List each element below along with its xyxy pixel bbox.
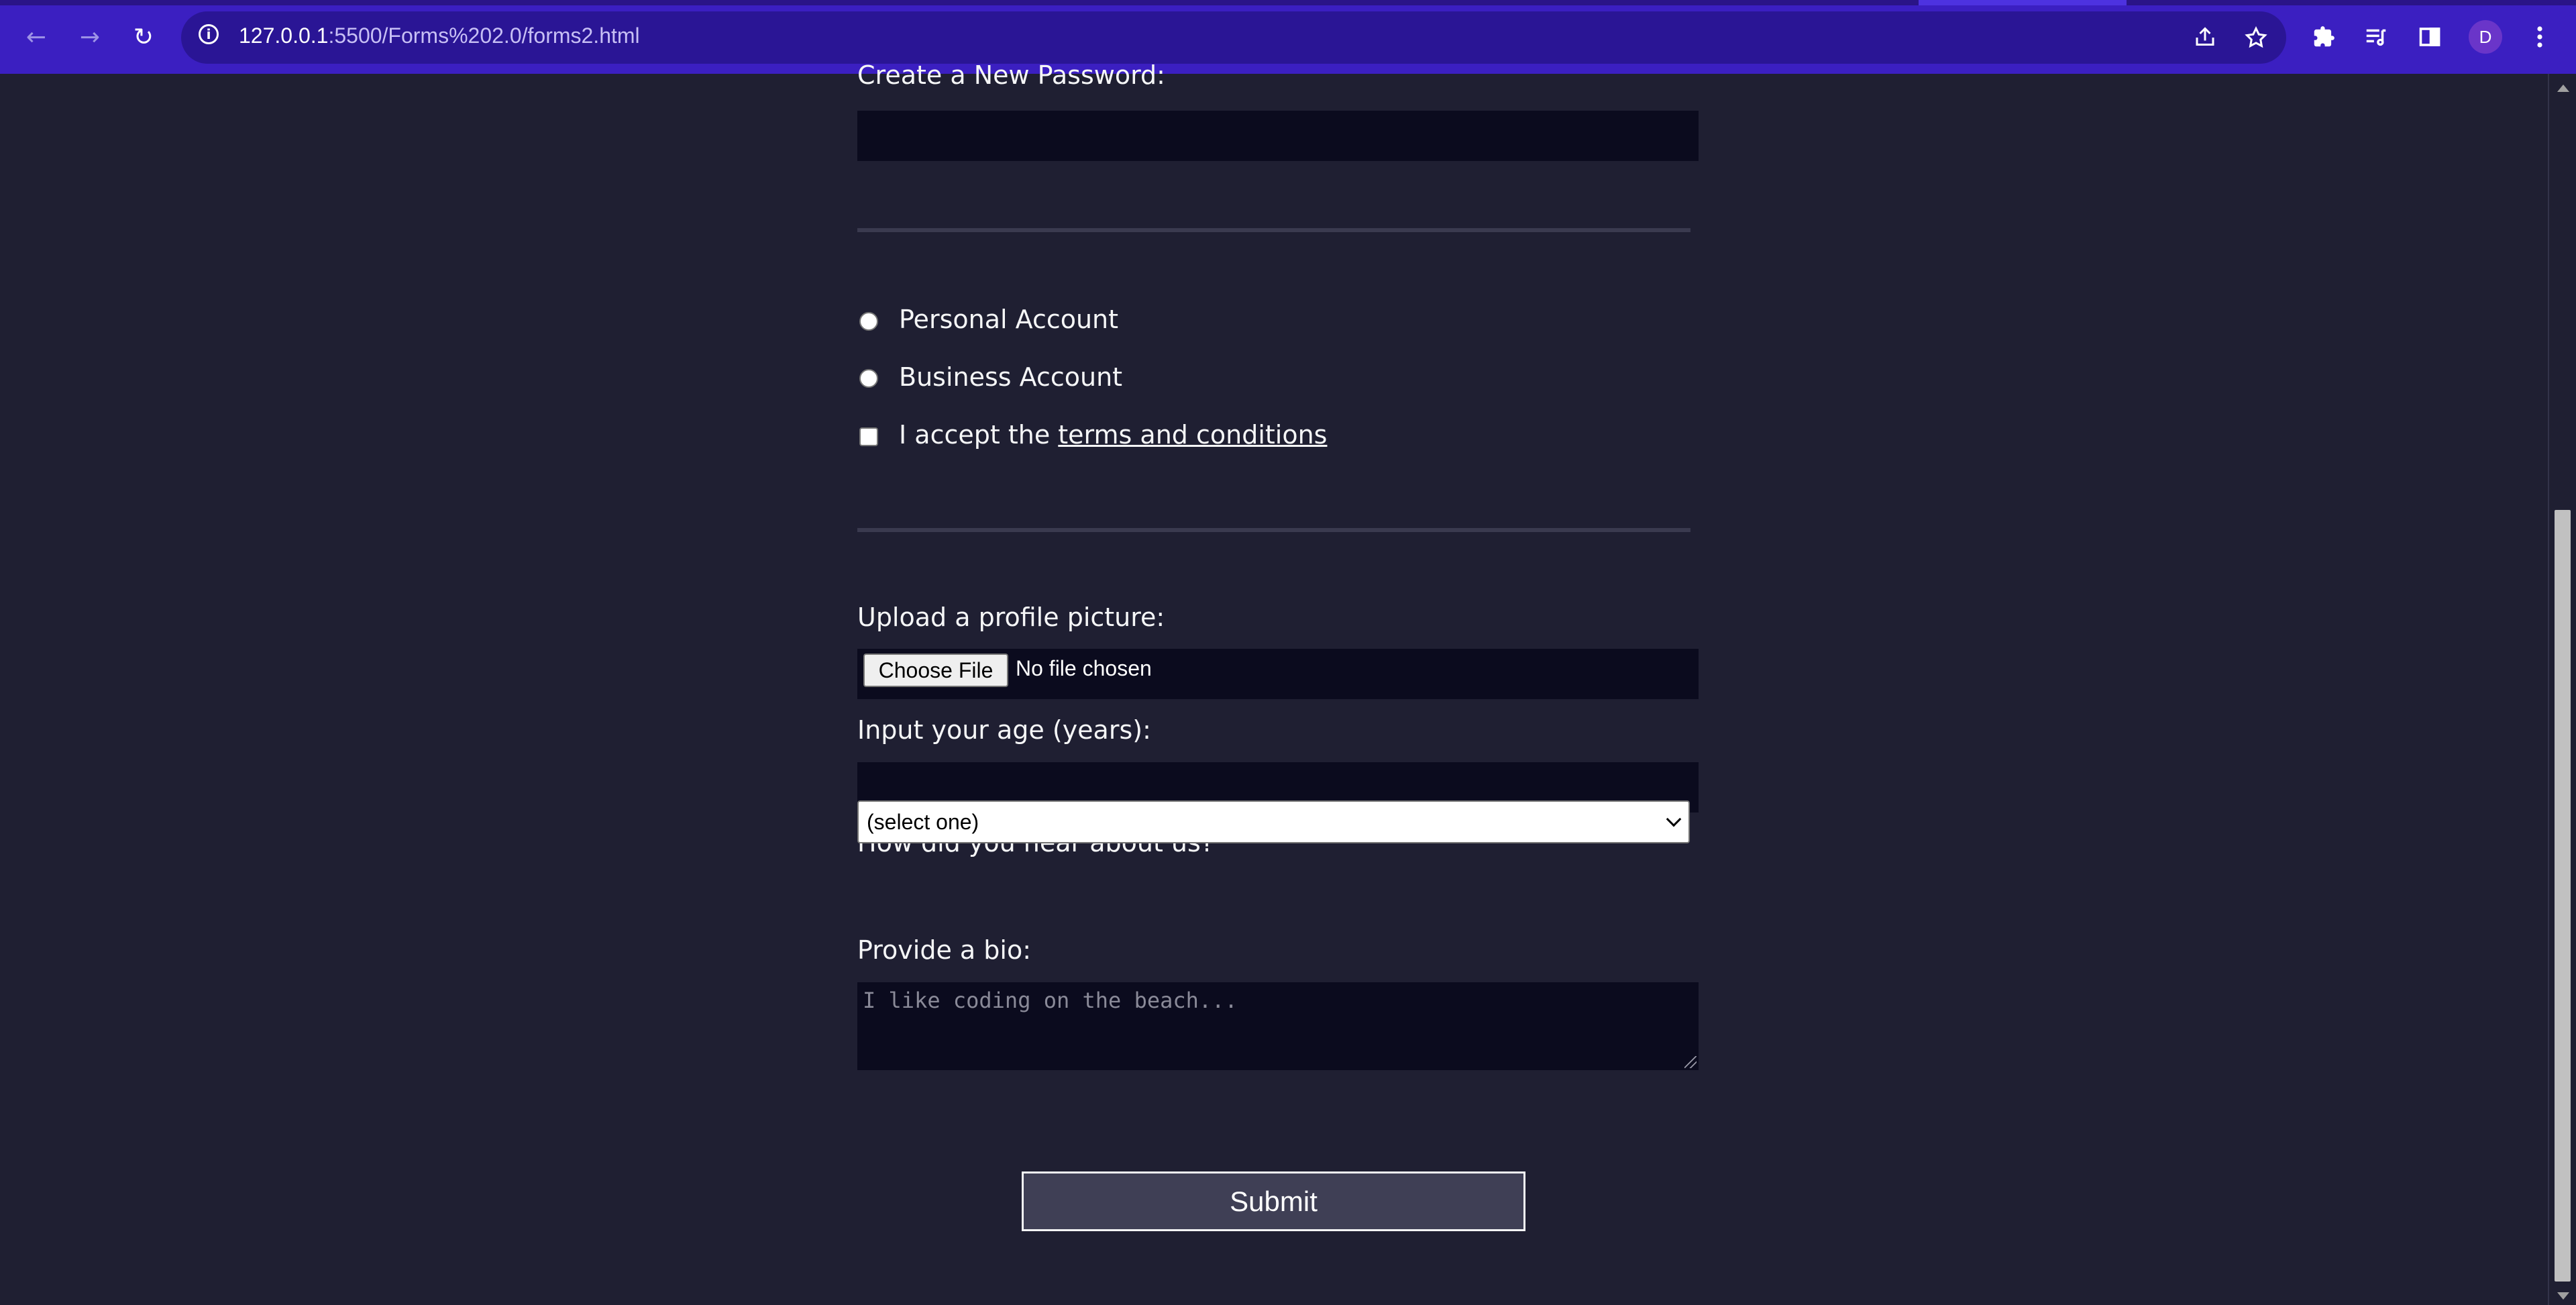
scroll-up-icon[interactable] (2557, 85, 2569, 92)
url-text[interactable]: 127.0.0.1:5500/Forms%202.0/forms2.html (239, 23, 640, 48)
hear-select[interactable]: (select one) (857, 800, 1690, 843)
reading-list-icon[interactable] (2356, 17, 2396, 57)
divider (857, 528, 1690, 532)
password-label: Create a New Password: (857, 60, 1165, 90)
forward-arrow-icon: → (79, 23, 101, 51)
extensions-icon[interactable] (2304, 17, 2344, 57)
browser-toolbar: ← → ↻ i 127.0.0.1:5500/Forms%202.0/forms… (0, 0, 2576, 74)
address-bar[interactable]: i 127.0.0.1:5500/Forms%202.0/forms2.html (181, 11, 2286, 64)
terms-checkbox[interactable] (859, 427, 878, 446)
site-info-icon[interactable]: i (199, 24, 219, 44)
divider (857, 228, 1690, 232)
business-account-radio[interactable] (859, 369, 878, 388)
bio-textarea[interactable]: I like coding on the beach... (857, 982, 1699, 1070)
back-arrow-icon: ← (25, 23, 47, 51)
star-icon[interactable] (2238, 19, 2274, 56)
bio-placeholder: I like coding on the beach... (863, 988, 1238, 1013)
scroll-down-icon[interactable] (2557, 1292, 2569, 1300)
active-tab[interactable] (1919, 0, 2127, 5)
forward-button[interactable]: → (70, 17, 110, 57)
tab-strip (0, 0, 2576, 5)
business-account-label: Business Account (899, 362, 1123, 392)
url-host: 127.0.0.1 (239, 23, 329, 48)
share-icon[interactable] (2187, 19, 2223, 56)
choose-file-button[interactable]: Choose File (863, 654, 1008, 687)
side-panel-icon[interactable] (2410, 17, 2450, 57)
submit-button[interactable]: Submit (1022, 1171, 1525, 1231)
bio-label: Provide a bio: (857, 935, 1032, 965)
reload-icon: ↻ (133, 23, 154, 51)
reload-button[interactable]: ↻ (123, 17, 164, 57)
back-button[interactable]: ← (16, 17, 56, 57)
resize-handle-icon[interactable] (1684, 1056, 1697, 1068)
page-scrollbar[interactable] (2548, 74, 2576, 1305)
terms-label: I accept the terms and conditions (899, 420, 1327, 450)
menu-icon[interactable] (2520, 17, 2560, 57)
chevron-down-icon (1666, 811, 1682, 827)
personal-account-radio[interactable] (859, 312, 878, 331)
hear-select-value: (select one) (867, 810, 979, 834)
terms-prefix: I accept the (899, 420, 1059, 450)
age-label: Input your age (years): (857, 715, 1151, 745)
profile-avatar[interactable]: D (2469, 20, 2502, 54)
terms-link[interactable]: terms and conditions (1058, 420, 1327, 450)
personal-account-label: Personal Account (899, 305, 1119, 334)
no-file-text: No file chosen (1016, 656, 1152, 680)
url-path: :5500/Forms%202.0/forms2.html (328, 23, 640, 48)
upload-label: Upload a profile picture: (857, 603, 1165, 632)
scroll-thumb[interactable] (2555, 510, 2571, 1282)
password-input[interactable] (857, 111, 1699, 161)
